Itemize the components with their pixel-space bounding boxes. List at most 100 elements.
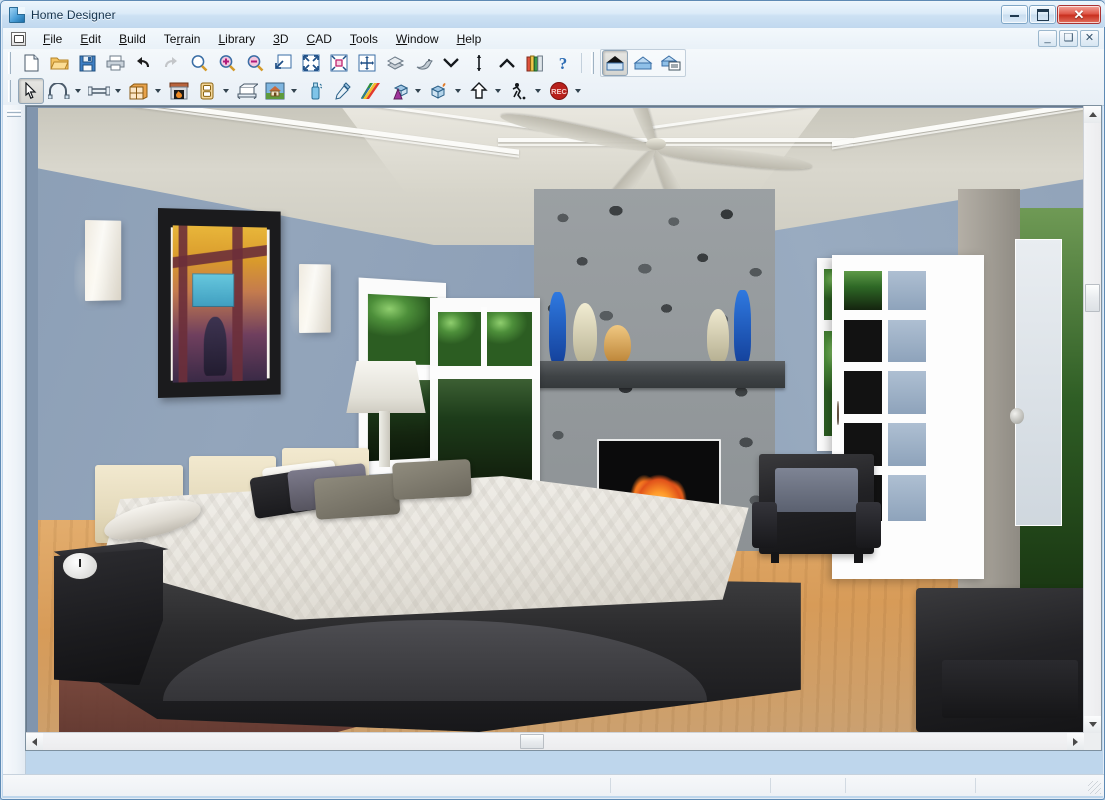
electrical-dropdown[interactable]: [220, 79, 231, 103]
mdi-window-controls: _ ❑ ✕: [1038, 30, 1099, 47]
chevron-down-icon[interactable]: [438, 50, 464, 76]
ceiling-fan: [498, 108, 813, 297]
electrical-button[interactable]: [194, 78, 220, 104]
swap-views-button[interactable]: [410, 50, 436, 76]
walkthrough-person-icon[interactable]: [506, 78, 532, 104]
toolbar-grip[interactable]: [7, 52, 14, 74]
left-toolbar-grip[interactable]: [7, 109, 21, 117]
framed-artwork: [158, 207, 281, 399]
zoom-extents-button[interactable]: [298, 50, 324, 76]
rainbow-stripes-icon[interactable]: [358, 78, 384, 104]
cabinet-tools-button[interactable]: [126, 78, 152, 104]
select-objects-button[interactable]: [18, 78, 44, 104]
print-button[interactable]: [102, 50, 128, 76]
railing-tools-dropdown[interactable]: [112, 79, 123, 103]
pan-move-button[interactable]: [354, 50, 380, 76]
toolbar-grip-3[interactable]: [7, 80, 14, 102]
left-docked-toolbar[interactable]: [3, 105, 26, 777]
scrollbar-corner: [1084, 733, 1101, 750]
armchair-center: [752, 454, 881, 564]
plant-box-icon[interactable]: [426, 78, 452, 104]
vase-blue-left: [548, 292, 566, 365]
material-painter-button[interactable]: [302, 78, 328, 104]
save-plan-button[interactable]: [74, 50, 100, 76]
zoom-button[interactable]: [186, 50, 212, 76]
menu-item-edit[interactable]: Edit: [71, 30, 110, 48]
vase-gold: [604, 325, 631, 365]
vase-blue-right: [733, 289, 751, 365]
floor-reference-button[interactable]: [466, 50, 492, 76]
plant-dropdown[interactable]: [452, 79, 463, 103]
undo-button[interactable]: [130, 50, 156, 76]
camera-dropdown[interactable]: [492, 79, 503, 103]
toolbar-grip-2[interactable]: [590, 52, 597, 74]
3d-camera-view[interactable]: [38, 108, 1083, 732]
question-mark-icon[interactable]: ?: [550, 50, 576, 76]
library-browser-button[interactable]: [522, 50, 548, 76]
menu-item-tools[interactable]: Tools: [341, 30, 387, 48]
armchair-foreground: [915, 588, 1083, 732]
document-blue-icon: [9, 6, 25, 23]
mantel-vases: [534, 286, 774, 365]
railing-tools-button[interactable]: [86, 78, 112, 104]
zoom-out-button[interactable]: [242, 50, 268, 76]
framing-overview-button[interactable]: [630, 50, 656, 76]
zoom-selection-button[interactable]: [326, 50, 352, 76]
full-overview-button[interactable]: [602, 50, 628, 76]
menu-item-window[interactable]: Window: [387, 30, 448, 48]
redo-button[interactable]: [158, 50, 184, 76]
menu-item-help[interactable]: Help: [448, 30, 491, 48]
door-handle[interactable]: [836, 400, 839, 425]
eyedropper-icon[interactable]: [330, 78, 356, 104]
chevron-up-icon[interactable]: [494, 50, 520, 76]
fireplace-mantel: [518, 360, 786, 389]
open-folder-button[interactable]: [46, 50, 72, 76]
app-control-icon[interactable]: [11, 31, 26, 46]
furniture-button[interactable]: [234, 78, 260, 104]
maximize-button[interactable]: [1029, 5, 1056, 24]
horizontal-scroll-thumb[interactable]: [520, 734, 544, 749]
menu-item-3d[interactable]: 3D: [264, 30, 297, 48]
vertical-scrollbar[interactable]: [1083, 106, 1101, 733]
menu-item-cad[interactable]: CAD: [298, 30, 341, 48]
fill-window-button[interactable]: [270, 50, 296, 76]
menu-item-terrain[interactable]: Terrain: [155, 30, 210, 48]
toolbar-area: ? REC: [3, 49, 1104, 106]
door-knob-right[interactable]: [1009, 407, 1025, 424]
menu-item-file[interactable]: File: [34, 30, 71, 48]
exterior-scene-button[interactable]: [262, 78, 288, 104]
horizontal-scrollbar[interactable]: [26, 732, 1084, 750]
floor-lamp-shade: [346, 360, 426, 414]
scroll-down-button[interactable]: [1084, 716, 1101, 733]
scroll-right-button[interactable]: [1067, 733, 1084, 750]
reference-display-button[interactable]: [382, 50, 408, 76]
minimize-button[interactable]: [1001, 5, 1028, 24]
wall-tools-dropdown[interactable]: [72, 79, 83, 103]
terrain-cone-icon[interactable]: [386, 78, 412, 104]
resize-grip[interactable]: [1088, 781, 1101, 794]
record-dropdown[interactable]: [572, 79, 583, 103]
mdi-minimize-button[interactable]: _: [1038, 30, 1057, 47]
scroll-up-button[interactable]: [1084, 106, 1101, 123]
terrain-dropdown[interactable]: [412, 79, 423, 103]
up-arrow-outline-icon[interactable]: [466, 78, 492, 104]
zoom-in-button[interactable]: [214, 50, 240, 76]
new-plan-button[interactable]: [18, 50, 44, 76]
close-button[interactable]: ✕: [1057, 5, 1101, 24]
menu-item-library[interactable]: Library: [209, 30, 264, 48]
toolbar-row-design: REC: [3, 77, 585, 105]
vertical-scroll-thumb[interactable]: [1085, 284, 1100, 312]
exterior-scene-dropdown[interactable]: [288, 79, 299, 103]
mdi-close-button[interactable]: ✕: [1080, 30, 1099, 47]
walkthrough-dropdown[interactable]: [532, 79, 543, 103]
wall-tools-button[interactable]: [46, 78, 72, 104]
scroll-left-button[interactable]: [26, 733, 43, 750]
mdi-restore-button[interactable]: ❑: [1059, 30, 1078, 47]
vase-cream-right: [707, 309, 730, 365]
menu-item-build[interactable]: Build: [110, 30, 155, 48]
fireplace-button[interactable]: [166, 78, 192, 104]
material-list-button[interactable]: [658, 50, 684, 76]
record-rec-icon[interactable]: REC: [546, 78, 572, 104]
cabinet-tools-dropdown[interactable]: [152, 79, 163, 103]
svg-text:?: ?: [559, 54, 568, 72]
